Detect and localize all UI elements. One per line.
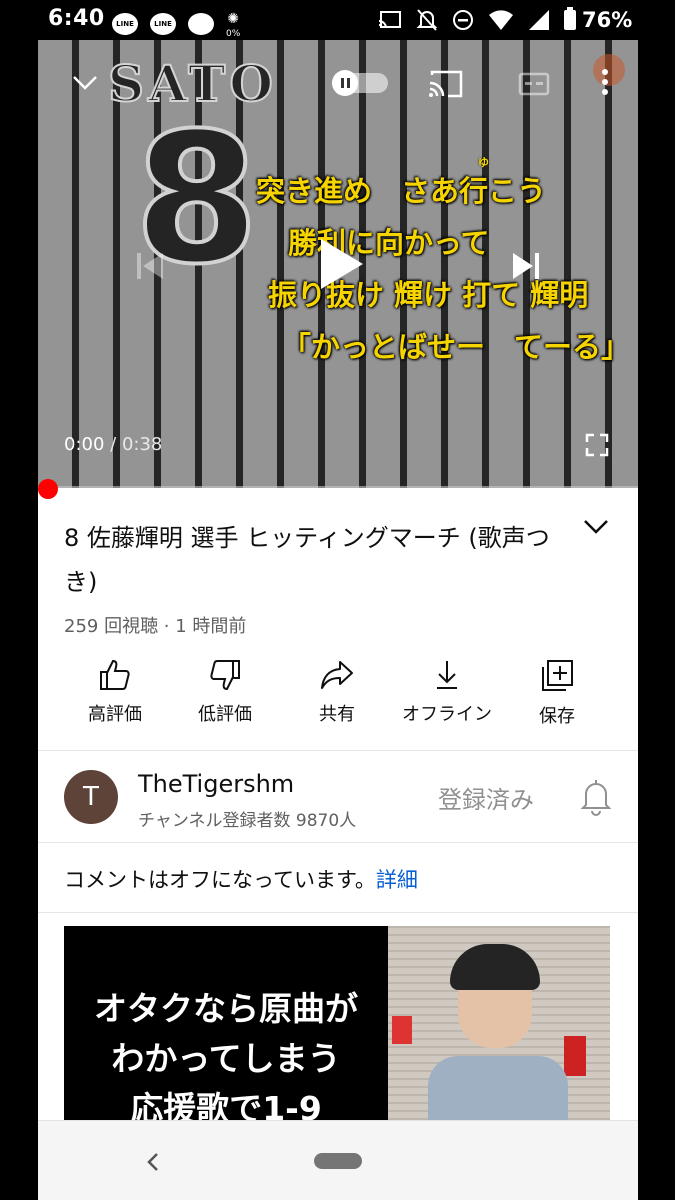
comments-disabled-text: コメントはオフになっています。 bbox=[64, 868, 376, 892]
chevron-down-icon bbox=[73, 76, 97, 90]
progress-scrubber[interactable] bbox=[38, 479, 58, 499]
data-saver-icon: ✺ bbox=[227, 11, 239, 27]
thumbs-down-icon bbox=[210, 660, 240, 691]
skip-next-icon bbox=[513, 253, 539, 279]
thumbnail-sign bbox=[564, 1036, 586, 1076]
more-options-button[interactable] bbox=[590, 64, 620, 100]
dislike-label: 低評価 bbox=[198, 704, 252, 725]
related-video-thumbnail[interactable]: オタクなら原曲が わかってしまう 応援歌で1-9 bbox=[64, 926, 610, 1126]
comments-section: コメントはオフになっています。詳細 bbox=[38, 844, 638, 912]
notification-icons: LINE LINE ✺ 0% bbox=[112, 8, 240, 39]
system-navigation-bar bbox=[38, 1120, 638, 1200]
thumbnail-caption: オタクなら原曲が わかってしまう 応援歌で1-9 bbox=[64, 984, 388, 1126]
fullscreen-button[interactable] bbox=[582, 430, 612, 460]
play-button[interactable] bbox=[318, 236, 366, 292]
thumbnail-photo bbox=[388, 926, 610, 1126]
autoplay-toggle[interactable] bbox=[330, 70, 390, 96]
subscribed-button[interactable]: 登録済み bbox=[438, 780, 534, 815]
status-bar: 6:40 LINE LINE ✺ 0% 76% bbox=[0, 0, 675, 40]
battery-indicator: 76% bbox=[564, 7, 633, 32]
comments-details-link[interactable]: 詳細 bbox=[376, 868, 418, 892]
channel-avatar[interactable]: T bbox=[64, 770, 118, 824]
cast-icon bbox=[429, 70, 463, 98]
playback-time: 0:00 / 0:38 bbox=[64, 434, 162, 455]
line-notification-icon: LINE bbox=[150, 12, 176, 35]
save-label: 保存 bbox=[539, 706, 575, 727]
add-to-playlist-icon bbox=[542, 660, 573, 691]
captions-icon bbox=[518, 72, 550, 96]
channel-subscriber-count: チャンネル登録者数 9870人 bbox=[138, 811, 357, 831]
progress-bar[interactable] bbox=[38, 486, 638, 488]
do-not-disturb-icon bbox=[453, 10, 473, 30]
thumbnail-caption-line-1: オタクなら原曲が bbox=[94, 989, 358, 1028]
current-time: 0:00 bbox=[64, 434, 105, 455]
comments-disabled-message: コメントはオフになっています。詳細 bbox=[64, 864, 418, 894]
nav-home-pill[interactable] bbox=[314, 1153, 362, 1169]
bell-icon bbox=[580, 780, 612, 816]
divider bbox=[38, 912, 638, 913]
play-icon bbox=[321, 239, 363, 289]
like-label: 高評価 bbox=[88, 704, 142, 725]
like-button[interactable]: 高評価 bbox=[60, 658, 170, 748]
channel-name[interactable]: TheTigershm bbox=[138, 770, 294, 798]
next-video-button[interactable] bbox=[506, 246, 546, 286]
share-label: 共有 bbox=[319, 704, 355, 725]
expand-description-button[interactable] bbox=[582, 518, 614, 550]
system-icons: 76% bbox=[378, 7, 633, 32]
lyric-line-4: 「かっとばせー てーる」 bbox=[282, 330, 631, 364]
notifications-off-icon bbox=[416, 9, 438, 31]
download-label: オフライン bbox=[402, 704, 492, 725]
autoplay-toggle-track bbox=[332, 70, 388, 96]
thumbs-up-icon bbox=[100, 659, 130, 690]
thumbnail-sign bbox=[392, 1016, 412, 1044]
video-player[interactable]: SATO 8 ゆ 突き進め さあ行こう 勝利に向かって 振り抜け 輝け 打て 輝… bbox=[38, 40, 638, 488]
thumbnail-person-hair bbox=[450, 944, 540, 990]
pause-icon bbox=[332, 70, 358, 96]
cast-button[interactable] bbox=[426, 68, 466, 100]
thumbnail-caption-line-2: わかってしまう bbox=[111, 1039, 341, 1078]
skip-previous-icon bbox=[137, 253, 163, 279]
chat-notification-icon bbox=[188, 12, 214, 35]
download-button[interactable]: オフライン bbox=[392, 658, 502, 748]
share-icon bbox=[321, 661, 353, 689]
line-notification-icon: LINE bbox=[112, 12, 138, 35]
channel-row[interactable]: T TheTigershm チャンネル登録者数 9870人 登録済み bbox=[38, 752, 638, 842]
divider bbox=[38, 750, 638, 751]
thumbnail-person-body bbox=[428, 1056, 568, 1126]
captions-button[interactable] bbox=[516, 70, 552, 98]
battery-percent: 76% bbox=[582, 8, 633, 32]
previous-video-button[interactable] bbox=[130, 246, 170, 286]
share-button[interactable]: 共有 bbox=[282, 658, 392, 748]
youtube-app: SATO 8 ゆ 突き進め さあ行こう 勝利に向かって 振り抜け 輝け 打て 輝… bbox=[38, 40, 638, 1200]
cast-status-icon bbox=[378, 11, 401, 29]
save-button[interactable]: 保存 bbox=[502, 658, 612, 748]
dislike-button[interactable]: 低評価 bbox=[170, 658, 280, 748]
data-saver-indicator: ✺ 0% bbox=[226, 8, 240, 39]
video-meta: 259 回視聴 · 1 時間前 bbox=[64, 616, 247, 637]
total-time: 0:38 bbox=[121, 434, 163, 455]
data-saver-value: 0% bbox=[226, 29, 241, 39]
nav-back-button[interactable] bbox=[138, 1147, 168, 1177]
more-vert-icon bbox=[602, 69, 608, 95]
minimize-player-button[interactable] bbox=[68, 68, 102, 98]
video-title: 8 佐藤輝明 選手 ヒッティングマーチ (歌声つき) bbox=[64, 524, 550, 596]
notification-bell-button[interactable] bbox=[580, 778, 616, 818]
wifi-icon bbox=[489, 10, 513, 30]
action-bar: 高評価 低評価 共有 オフライン 保存 bbox=[38, 658, 638, 748]
download-icon bbox=[437, 661, 457, 689]
lyric-line-1: 突き進め さあ行こう bbox=[256, 174, 547, 208]
fullscreen-icon bbox=[585, 433, 609, 457]
divider bbox=[38, 842, 638, 843]
status-time: 6:40 bbox=[48, 6, 105, 31]
battery-icon bbox=[564, 7, 576, 30]
back-arrow-icon bbox=[147, 1153, 158, 1171]
time-separator: / bbox=[104, 434, 122, 455]
signal-icon bbox=[529, 10, 549, 30]
chevron-down-icon bbox=[584, 520, 608, 534]
